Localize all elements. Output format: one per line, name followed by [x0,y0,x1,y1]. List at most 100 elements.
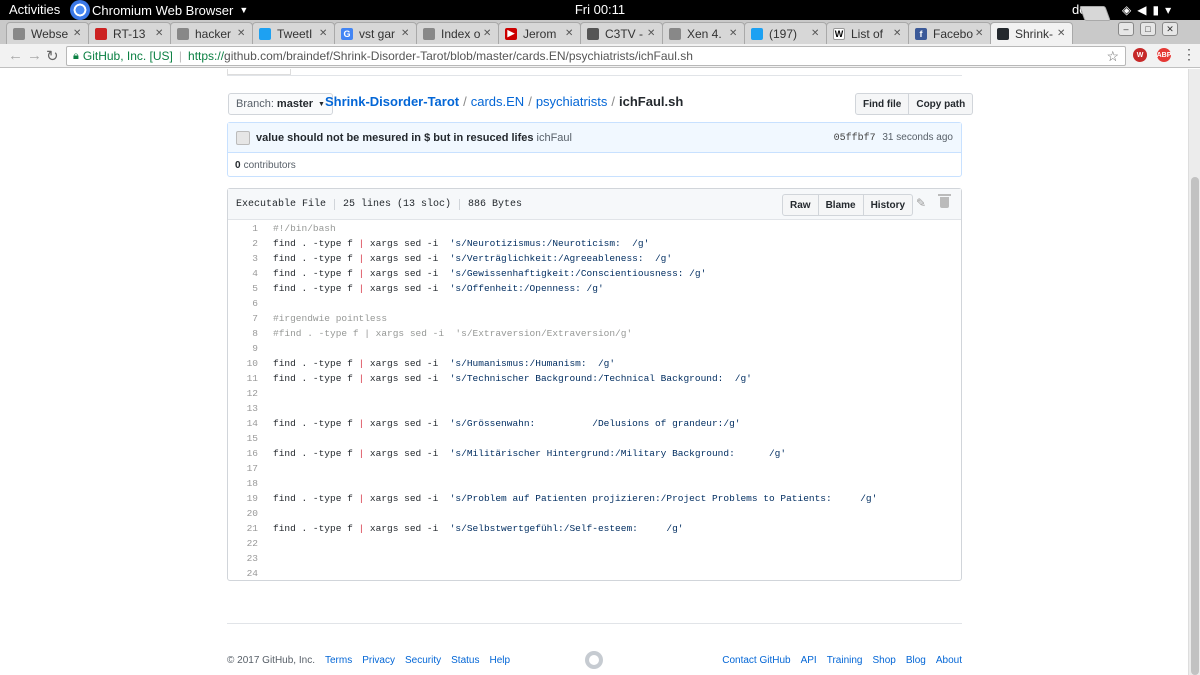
breadcrumb-dir-cards[interactable]: cards.EN [471,94,524,109]
address-bar[interactable]: 🔒︎ GitHub, Inc. [US] | https:// github.c… [66,46,1126,66]
raw-button[interactable]: Raw [782,194,819,216]
minimize-icon[interactable]: – [1118,22,1134,36]
browser-tab[interactable]: f Facebo ✕ [908,22,991,44]
close-tab-icon[interactable]: ✕ [1057,28,1067,39]
adblock-icon[interactable]: ABP [1157,48,1171,62]
scrollbar-thumb[interactable] [1191,177,1199,675]
line-number[interactable]: 15 [228,433,258,444]
commit-author[interactable]: ichFaul [537,132,572,144]
browser-tab[interactable]: C3TV - ✕ [580,22,663,44]
line-number[interactable]: 18 [228,478,258,489]
browser-tab[interactable]: Shrink- ✕ [990,22,1073,44]
avatar[interactable] [236,130,250,145]
close-tab-icon[interactable]: ✕ [975,28,985,39]
forward-icon[interactable]: → [27,47,42,64]
bookmark-star-icon[interactable]: ☆ [1106,48,1119,65]
browser-tab[interactable]: RT-13 ✕ [88,22,171,44]
line-number[interactable]: 10 [228,358,258,369]
copy-path-button[interactable]: Copy path [909,93,974,115]
footer-link-privacy[interactable]: Privacy [362,655,395,666]
app-name: Chromium Web Browser [92,2,234,18]
browser-tab[interactable]: Gvst gar ✕ [334,22,417,44]
app-menu[interactable]: Chromium Web Browser ▼ [70,0,248,20]
line-number[interactable]: 2 [228,238,258,249]
line-number[interactable]: 22 [228,538,258,549]
line-number[interactable]: 23 [228,553,258,564]
browser-tab[interactable]: Xen 4. ✕ [662,22,745,44]
line-number[interactable]: 13 [228,403,258,414]
activities-button[interactable]: Activities [9,2,60,17]
line-content: find . -type f | xargs sed -i 's/Militär… [273,448,787,459]
page-scrollbar[interactable] [1188,69,1200,675]
back-icon[interactable]: ← [8,47,23,64]
line-number[interactable]: 19 [228,493,258,504]
footer-link-security[interactable]: Security [405,655,441,666]
find-file-button[interactable]: Find file [855,93,910,115]
close-tab-icon[interactable]: ✕ [565,28,575,39]
line-number[interactable]: 16 [228,448,258,459]
browser-tab[interactable]: hacker ✕ [170,22,253,44]
footer-link-status[interactable]: Status [451,655,479,666]
line-number[interactable]: 1 [228,223,258,234]
breadcrumb-dir-psychiatrists[interactable]: psychiatrists [536,94,608,109]
browser-tab[interactable]: ▶ Jerom ✕ [498,22,581,44]
close-tab-icon[interactable]: ✕ [811,28,821,39]
line-number[interactable]: 9 [228,343,258,354]
browser-tab[interactable]: Index o ✕ [416,22,499,44]
line-number[interactable]: 3 [228,253,258,264]
line-number[interactable]: 21 [228,523,258,534]
line-number[interactable]: 14 [228,418,258,429]
footer-link-api[interactable]: API [801,655,817,666]
line-number[interactable]: 20 [228,508,258,519]
system-tray[interactable]: ◈ ◀ ▮ ▾ [1122,3,1171,17]
pencil-icon[interactable]: ✎ [916,196,926,210]
browser-menu-icon[interactable]: ⋮ [1182,46,1196,63]
extension-icon[interactable]: W [1133,48,1147,62]
contributors[interactable]: 0 contributors [228,153,961,177]
footer-link-contact-github[interactable]: Contact GitHub [722,655,790,666]
close-tab-icon[interactable]: ✕ [647,28,657,39]
close-tab-icon[interactable]: ✕ [155,28,165,39]
line-number[interactable]: 24 [228,568,258,579]
footer-link-blog[interactable]: Blog [906,655,926,666]
line-number[interactable]: 6 [228,298,258,309]
line-number[interactable]: 8 [228,328,258,339]
line-number[interactable]: 5 [228,283,258,294]
footer-link-about[interactable]: About [936,655,962,666]
close-tab-icon[interactable]: ✕ [729,28,739,39]
close-tab-icon[interactable]: ✕ [319,28,329,39]
site-identity[interactable]: GitHub, Inc. [US] [83,49,173,63]
footer-link-terms[interactable]: Terms [325,655,352,666]
breadcrumb-repo[interactable]: Shrink-Disorder-Tarot [325,94,459,109]
line-content: find . -type f | xargs sed -i 's/Grössen… [273,418,741,429]
footer-link-training[interactable]: Training [827,655,863,666]
close-tab-icon[interactable]: ✕ [237,28,247,39]
browser-tab[interactable]: Webse ✕ [6,22,89,44]
browser-tab[interactable]: (197) ✕ [744,22,827,44]
line-number[interactable]: 17 [228,463,258,474]
line-number[interactable]: 11 [228,373,258,384]
line-number[interactable]: 7 [228,313,258,324]
line-number[interactable]: 4 [228,268,258,279]
close-tab-icon[interactable]: ✕ [401,28,411,39]
trash-icon[interactable] [938,194,951,208]
blame-button[interactable]: Blame [818,194,864,216]
close-tab-icon[interactable]: ✕ [893,28,903,39]
browser-tab[interactable]: TweetI ✕ [252,22,335,44]
browser-tab[interactable]: W List of ✕ [826,22,909,44]
close-tab-icon[interactable]: ✕ [483,28,493,39]
reload-icon[interactable]: ↻ [46,47,59,65]
history-button[interactable]: History [863,194,914,216]
footer-link-shop[interactable]: Shop [872,655,895,666]
footer-link-help[interactable]: Help [489,655,510,666]
branch-selector[interactable]: Branch: master ▼ [228,93,333,115]
github-logo-icon[interactable] [585,651,603,669]
code-line: 15 [228,431,961,446]
close-tab-icon[interactable]: ✕ [73,28,83,39]
maximize-icon[interactable]: □ [1140,22,1156,36]
close-icon[interactable]: ✕ [1162,22,1178,36]
line-number[interactable]: 12 [228,388,258,399]
new-tab-button[interactable] [1079,6,1111,21]
commit-message[interactable]: value should not be mesured in $ but in … [256,132,534,144]
commit-sha[interactable]: 05ffbf7 [834,133,876,144]
